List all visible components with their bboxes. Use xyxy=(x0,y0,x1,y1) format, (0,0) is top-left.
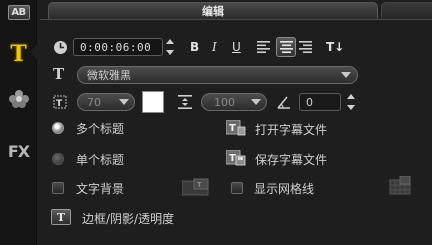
border-shadow-label[interactable]: 边框/阴影/透明度 xyxy=(82,210,174,227)
show-grid-label: 显示网格线 xyxy=(254,182,315,196)
fx-icon: FX xyxy=(7,141,30,161)
single-title-label: 单个标题 xyxy=(76,153,125,167)
save-subtitle-icon[interactable]: T xyxy=(226,150,246,166)
text-color-swatch[interactable] xyxy=(142,91,164,113)
line-spacing-value: 100 xyxy=(214,95,235,109)
text-background-label: 文字背景 xyxy=(76,182,125,196)
multi-title-label: 多个标题 xyxy=(76,122,125,136)
align-right-icon[interactable] xyxy=(299,41,313,53)
underline-button[interactable]: U xyxy=(232,40,241,54)
bold-button[interactable]: B xyxy=(190,40,199,54)
decoration-tool-button[interactable] xyxy=(0,84,37,114)
font-name: 微软雅黑 xyxy=(87,69,131,82)
svg-text:T: T xyxy=(56,99,63,109)
down-arrow-icon xyxy=(346,105,355,110)
chevron-down-icon xyxy=(119,99,129,105)
align-center-button[interactable] xyxy=(276,37,296,57)
tool-strip: AB T FX xyxy=(0,0,37,245)
title-ab-button[interactable]: AB xyxy=(0,0,37,24)
selected-tool-indicator xyxy=(29,45,37,59)
line-spacing-icon xyxy=(178,95,192,109)
svg-text:T: T xyxy=(229,153,236,164)
font-icon: T xyxy=(53,65,65,83)
tab-divider xyxy=(40,19,432,20)
border-shadow-icon[interactable]: T xyxy=(51,209,71,225)
grid-settings-icon[interactable] xyxy=(388,176,412,196)
rotation-value: 0 xyxy=(306,95,313,109)
font-size-select[interactable]: 70 xyxy=(77,93,135,111)
down-arrow-icon xyxy=(165,50,174,55)
rotation-stepper[interactable] xyxy=(346,93,355,111)
timecode-stepper[interactable] xyxy=(165,38,174,56)
timecode-value: 0:00:06:00 xyxy=(80,40,152,54)
rotation-input[interactable]: 0 xyxy=(299,93,341,111)
single-title-radio[interactable] xyxy=(52,153,64,165)
save-subtitle-label[interactable]: 保存字幕文件 xyxy=(255,151,327,168)
text-orientation-button[interactable]: T↓ xyxy=(326,40,344,54)
up-arrow-icon xyxy=(165,39,174,44)
multi-title-radio[interactable] xyxy=(52,122,64,134)
font-select[interactable]: 微软雅黑 xyxy=(77,66,358,84)
title-ab-icon: AB xyxy=(7,4,30,20)
svg-text:T: T xyxy=(197,181,202,189)
tab-edit[interactable]: 编辑 xyxy=(48,2,378,19)
fx-tool-button[interactable]: FX xyxy=(0,136,37,166)
open-subtitle-label[interactable]: 打开字幕文件 xyxy=(255,121,327,138)
up-arrow-icon xyxy=(346,94,355,99)
font-size-icon: T xyxy=(53,95,67,109)
flower-icon xyxy=(8,90,29,108)
chevron-down-icon xyxy=(341,72,351,78)
title-text-icon: T xyxy=(10,41,27,67)
text-background-settings-icon[interactable]: T xyxy=(182,178,210,196)
clock-icon xyxy=(54,41,67,54)
timecode-input[interactable]: 0:00:06:00 xyxy=(73,38,163,56)
align-center-icon xyxy=(280,41,293,53)
text-background-checkbox[interactable] xyxy=(52,182,64,194)
rotation-angle-icon xyxy=(277,96,290,109)
svg-text:T: T xyxy=(229,123,236,134)
align-left-icon[interactable] xyxy=(257,41,271,53)
show-grid-checkbox[interactable] xyxy=(231,182,243,194)
chevron-down-icon xyxy=(251,99,261,105)
font-size-value: 70 xyxy=(87,95,101,109)
italic-button[interactable]: I xyxy=(212,40,217,54)
tab-second[interactable] xyxy=(381,2,432,19)
line-spacing-select[interactable]: 100 xyxy=(201,93,267,111)
open-subtitle-icon[interactable]: T xyxy=(226,120,246,136)
